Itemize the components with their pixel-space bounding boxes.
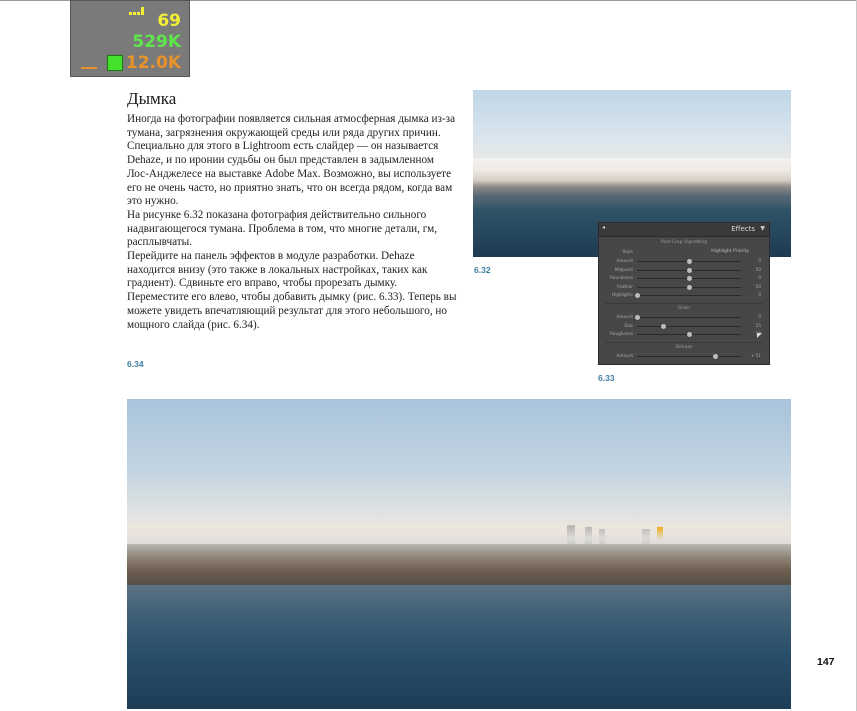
paragraph: На рисунке 6.32 показана фотография дейс… — [127, 208, 438, 249]
effects-panel: ◂ Effects ▼ Post-Crop Vignetting Style H… — [598, 222, 770, 365]
page-number: 147 — [817, 656, 835, 668]
slider-value[interactable]: 50 — [756, 284, 761, 289]
slider-label: Midpoint — [614, 266, 633, 272]
slider-label: Roundness — [610, 275, 633, 280]
slider-knob[interactable] — [635, 293, 640, 298]
fps-counter: 69 — [157, 11, 181, 31]
memory-counter: 529K — [132, 32, 181, 52]
vignette-slider-row: Highlights 0 — [599, 292, 769, 299]
slider-knob[interactable] — [687, 276, 692, 281]
caption-fig-6-34: 6.34 — [127, 359, 144, 369]
slider-label: Amount — [616, 353, 633, 358]
slider-knob[interactable] — [687, 267, 692, 273]
slider-track[interactable] — [637, 295, 741, 296]
slider-knob[interactable] — [661, 323, 666, 329]
slider-knob[interactable] — [687, 259, 692, 264]
slider-label: Size — [624, 322, 633, 328]
slider-value[interactable]: 0 — [758, 292, 761, 297]
slider-label: Highlights — [611, 292, 633, 297]
paragraph: Перейдите на панель эффектов в модуле ра… — [127, 250, 457, 331]
grain-slider-row: Amount 0 — [599, 314, 769, 321]
shoreline-houses — [127, 544, 791, 589]
slider-label: Amount — [616, 258, 633, 263]
slider-value[interactable]: + 51 — [751, 353, 761, 358]
chevron-down-icon[interactable]: ▼ — [760, 225, 765, 232]
vignette-slider-row: Amount 0 — [599, 258, 769, 265]
grain-slider-row: Size 25 — [599, 323, 769, 330]
vignette-slider-row: Feather 50 — [599, 284, 769, 291]
dehaze-slider-row: Amount + 51 — [599, 353, 769, 360]
slider-knob[interactable] — [687, 332, 692, 337]
divider — [605, 303, 763, 304]
slider-value[interactable]: 25 — [756, 323, 761, 328]
water — [127, 585, 791, 709]
slider-knob[interactable] — [713, 354, 718, 359]
caption-fig-6-32: 6.32 — [474, 265, 491, 275]
dehaze-section-title: Dehaze — [675, 345, 693, 350]
panel-header[interactable]: ◂ Effects ▼ — [599, 223, 769, 237]
slider-value[interactable]: 0 — [758, 314, 761, 319]
slider-label: Amount — [616, 314, 633, 319]
style-label: Style — [622, 249, 633, 254]
grain-slider-row: Roughness 50 — [599, 331, 769, 338]
fog-layer — [473, 158, 791, 178]
mouse-cursor-icon — [757, 333, 762, 338]
slider-label: Feather — [617, 283, 633, 289]
slider-label: Roughness — [610, 331, 633, 336]
photo-fig-6-34 — [127, 399, 791, 709]
vignette-section-title: Post-Crop Vignetting — [660, 240, 708, 245]
slider-value[interactable]: 0 — [758, 258, 761, 263]
caption-fig-6-33: 6.33 — [598, 373, 615, 383]
style-dropdown[interactable]: Highlight Priority — [711, 249, 749, 254]
slider-track[interactable] — [637, 356, 741, 357]
collapse-icon[interactable]: ◂ — [602, 224, 605, 231]
slider-track[interactable] — [637, 325, 741, 327]
vignette-slider-row: Roundness 0 — [599, 275, 769, 282]
gpu-counter: 12.0K — [125, 53, 181, 73]
slider-knob[interactable] — [635, 315, 640, 320]
slider-track[interactable] — [637, 317, 741, 318]
performance-overlay: 69 529K 12.0K — [70, 0, 190, 77]
paragraph: Иногда на фотографии появляется сильная … — [127, 113, 456, 208]
gpu-line-icon — [81, 67, 97, 69]
divider — [605, 342, 763, 343]
slider-knob[interactable] — [687, 284, 692, 290]
slider-value[interactable]: 0 — [758, 275, 761, 280]
section-heading: Дымка — [127, 89, 177, 108]
gpu-square-icon — [107, 55, 123, 71]
slider-value[interactable]: 50 — [756, 267, 761, 272]
grain-section-title: Grain — [677, 306, 691, 311]
body-text: Иногда на фотографии появляется сильная … — [127, 113, 457, 332]
panel-title: Effects — [731, 225, 755, 233]
vignette-slider-row: Midpoint 50 — [599, 267, 769, 274]
